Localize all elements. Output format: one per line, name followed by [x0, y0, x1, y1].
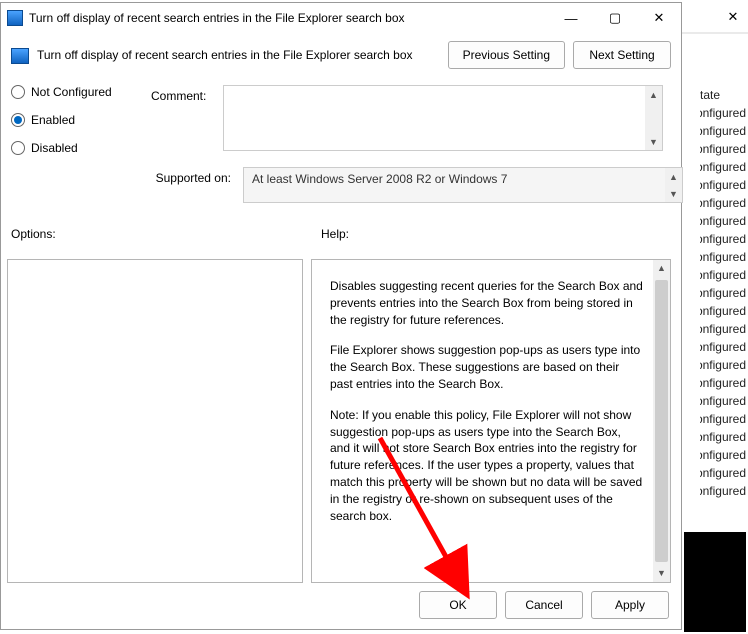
list-item: onfigured: [700, 304, 746, 318]
scroll-up-icon[interactable]: ▲: [653, 260, 670, 277]
radio-label: Disabled: [31, 141, 78, 155]
scroll-down-icon[interactable]: ▼: [653, 565, 670, 582]
list-item: onfigured: [700, 178, 746, 192]
list-item: onfigured: [700, 106, 746, 120]
comment-label: Comment:: [151, 85, 211, 103]
radio-not-configured[interactable]: Not Configured: [11, 85, 112, 99]
radio-icon: [11, 85, 25, 99]
list-item: onfigured: [700, 232, 746, 246]
gpedit-icon: [7, 10, 23, 26]
policy-subtitle: Turn off display of recent search entrie…: [37, 48, 440, 62]
list-item: onfigured: [700, 160, 746, 174]
parent-close-icon[interactable]: ✕: [718, 2, 748, 32]
scroll-up-icon[interactable]: ▲: [645, 86, 662, 103]
list-item: onfigured: [700, 214, 746, 228]
scroll-thumb[interactable]: [655, 280, 668, 562]
supported-value: At least Windows Server 2008 R2 or Windo…: [252, 172, 507, 186]
help-paragraph: File Explorer shows suggestion pop-ups a…: [330, 342, 644, 392]
list-item: onfigured: [700, 412, 746, 426]
supported-label: Supported on:: [151, 167, 231, 185]
apply-button[interactable]: Apply: [591, 591, 669, 619]
scroll-up-icon[interactable]: ▲: [665, 168, 682, 185]
list-item: onfigured: [700, 340, 746, 354]
supported-text: At least Windows Server 2008 R2 or Windo…: [243, 167, 683, 203]
title-bar: Turn off display of recent search entrie…: [1, 3, 681, 33]
parent-col-header: tate: [700, 88, 746, 102]
previous-setting-button[interactable]: Previous Setting: [448, 41, 565, 69]
scroll-down-icon[interactable]: ▼: [645, 133, 662, 150]
radio-label: Enabled: [31, 113, 75, 127]
subheader: Turn off display of recent search entrie…: [1, 33, 681, 73]
list-item: onfigured: [700, 484, 746, 498]
list-item: onfigured: [700, 250, 746, 264]
parent-bottom-area: [684, 532, 746, 632]
state-radio-group: Not Configured Enabled Disabled: [11, 85, 112, 155]
scroll-down-icon[interactable]: ▼: [665, 185, 682, 202]
options-label: Options:: [11, 227, 321, 241]
supported-row: Supported on: At least Windows Server 20…: [151, 167, 683, 203]
section-labels: Options: Help:: [11, 227, 671, 241]
list-item: onfigured: [700, 124, 746, 138]
list-item: onfigured: [700, 448, 746, 462]
close-icon[interactable]: ✕: [637, 3, 681, 33]
list-item: onfigured: [700, 430, 746, 444]
minimize-icon[interactable]: —: [549, 3, 593, 33]
ok-button[interactable]: OK: [419, 591, 497, 619]
window-controls: — ▢ ✕: [549, 3, 681, 33]
help-paragraph: Disables suggesting recent queries for t…: [330, 278, 644, 328]
parent-state-column: tate onfigured onfigured onfigured onfig…: [700, 88, 748, 498]
list-item: onfigured: [700, 286, 746, 300]
comment-textarea[interactable]: ▲ ▼: [223, 85, 663, 151]
parent-title-bar: ✕: [682, 2, 748, 34]
radio-icon: [11, 141, 25, 155]
radio-icon: [11, 113, 25, 127]
help-paragraph: Note: If you enable this policy, File Ex…: [330, 407, 644, 525]
list-item: onfigured: [700, 466, 746, 480]
help-label: Help:: [321, 227, 349, 241]
scrollbar[interactable]: ▲ ▼: [665, 168, 682, 202]
list-item: onfigured: [700, 394, 746, 408]
window-title: Turn off display of recent search entrie…: [29, 11, 543, 25]
gpedit-icon: [11, 48, 29, 64]
help-panel[interactable]: Disables suggesting recent queries for t…: [311, 259, 671, 583]
list-item: onfigured: [700, 268, 746, 282]
dialog-footer-buttons: OK Cancel Apply: [419, 591, 669, 619]
scrollbar[interactable]: ▲ ▼: [645, 86, 662, 150]
maximize-icon[interactable]: ▢: [593, 3, 637, 33]
options-panel[interactable]: [7, 259, 303, 583]
list-item: onfigured: [700, 196, 746, 210]
panels: Disables suggesting recent queries for t…: [7, 259, 671, 583]
radio-disabled[interactable]: Disabled: [11, 141, 112, 155]
list-item: onfigured: [700, 376, 746, 390]
next-setting-button[interactable]: Next Setting: [573, 41, 671, 69]
radio-enabled[interactable]: Enabled: [11, 113, 112, 127]
policy-dialog: Turn off display of recent search entrie…: [0, 2, 682, 630]
list-item: onfigured: [700, 142, 746, 156]
list-item: onfigured: [700, 322, 746, 336]
comment-row: Comment: ▲ ▼: [151, 85, 663, 151]
radio-label: Not Configured: [31, 85, 112, 99]
cancel-button[interactable]: Cancel: [505, 591, 583, 619]
scrollbar[interactable]: ▲ ▼: [653, 260, 670, 582]
list-item: onfigured: [700, 358, 746, 372]
